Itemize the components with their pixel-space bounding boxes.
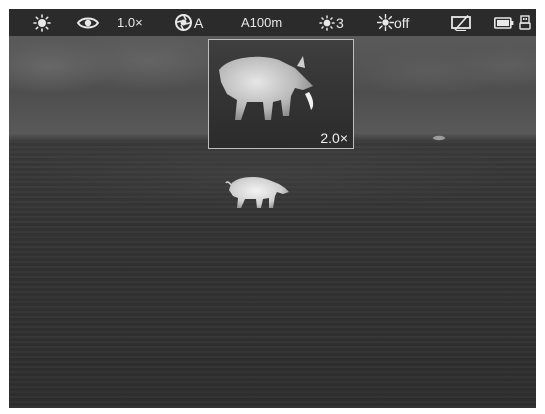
display-off-icon bbox=[451, 14, 471, 31]
status-bar: 1.0× A A100m 3 off bbox=[9, 9, 536, 36]
mode-button[interactable] bbox=[77, 9, 99, 36]
contrast-sun-icon bbox=[319, 14, 335, 31]
calibration-button[interactable]: A bbox=[175, 9, 203, 36]
digital-zoom-readout[interactable]: 1.0× bbox=[117, 9, 143, 36]
distant-animal-image bbox=[433, 135, 445, 141]
calibration-mode: A bbox=[194, 14, 204, 31]
contrast-button[interactable]: 3 bbox=[319, 9, 344, 36]
boar-zoomed-image bbox=[219, 56, 314, 120]
usb-icon bbox=[519, 14, 531, 30]
pip-zoom-label: 2.0× bbox=[320, 130, 348, 146]
eye-icon bbox=[77, 17, 99, 28]
amplification-value: A100m bbox=[241, 15, 283, 30]
illuminator-state: off bbox=[394, 14, 410, 31]
sun-icon bbox=[33, 13, 51, 32]
shutter-icon bbox=[175, 14, 192, 31]
brightness-button[interactable] bbox=[33, 9, 51, 36]
pip-zoom-window[interactable]: 2.0× bbox=[208, 39, 354, 149]
illuminator-button[interactable]: off bbox=[377, 9, 409, 36]
boar-thermal-image bbox=[225, 176, 289, 208]
contrast-level: 3 bbox=[336, 14, 344, 31]
battery-icon bbox=[494, 16, 514, 29]
ir-illuminator-icon bbox=[377, 14, 394, 31]
usb-indicator bbox=[519, 9, 531, 36]
battery-indicator bbox=[494, 9, 514, 36]
thermal-viewfinder: 1.0× A A100m 3 off 2.0× bbox=[9, 9, 536, 408]
display-toggle-button[interactable] bbox=[451, 9, 471, 36]
amplification-readout[interactable]: A100m bbox=[241, 9, 282, 36]
zoom-value: 1.0× bbox=[117, 15, 143, 30]
